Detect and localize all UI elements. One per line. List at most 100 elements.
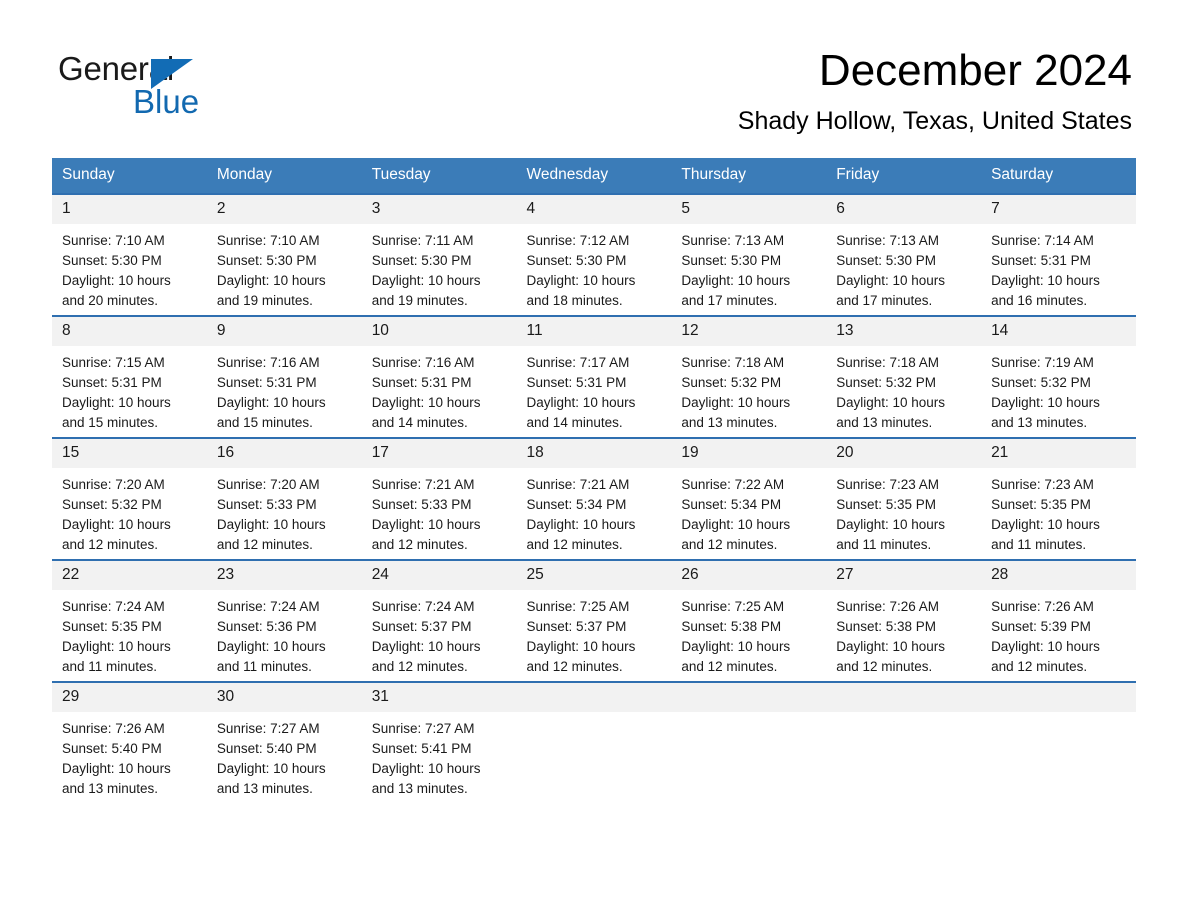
sunset-text: Sunset: 5:32 PM	[991, 375, 1091, 390]
day-cell[interactable]: 21 Sunrise: 7:23 AM Sunset: 5:35 PM Dayl…	[981, 437, 1136, 560]
day-number: 19	[671, 439, 827, 468]
day-cell[interactable]: 5 Sunrise: 7:13 AM Sunset: 5:30 PM Dayli…	[671, 193, 827, 316]
day-cell[interactable]: 3 Sunrise: 7:11 AM Sunset: 5:30 PM Dayli…	[361, 193, 517, 316]
day-cell-empty	[516, 681, 672, 803]
sunrise-text: Sunrise: 7:11 AM	[371, 233, 474, 248]
day-cell[interactable]: 13 Sunrise: 7:18 AM Sunset: 5:32 PM Dayl…	[826, 315, 982, 438]
day-cell[interactable]: 11 Sunrise: 7:17 AM Sunset: 5:31 PM Dayl…	[516, 315, 672, 438]
location-subtitle: Shady Hollow, Texas, United States	[737, 107, 1132, 136]
daylight-text-line1: Daylight: 10 hours	[681, 517, 791, 532]
day-cell[interactable]: 25 Sunrise: 7:25 AM Sunset: 5:37 PM Dayl…	[516, 559, 672, 682]
general-blue-logo[interactable]: General Blue	[58, 52, 258, 124]
day-number: 17	[361, 439, 517, 468]
day-cell[interactable]: 22 Sunrise: 7:24 AM Sunset: 5:35 PM Dayl…	[52, 559, 207, 682]
daylight-text-line1: Daylight: 10 hours	[681, 273, 791, 288]
calendar-header: Sunday Monday Tuesday Wednesday Thursday…	[52, 158, 1136, 194]
daylight-text-line1: Daylight: 10 hours	[836, 639, 946, 654]
day-number: 14	[981, 317, 1136, 346]
day-cell[interactable]: 30 Sunrise: 7:27 AM Sunset: 5:40 PM Dayl…	[206, 681, 362, 803]
day-cell[interactable]: 24 Sunrise: 7:24 AM Sunset: 5:37 PM Dayl…	[361, 559, 517, 682]
daylight-text-line2: and 12 minutes.	[371, 537, 468, 552]
sunset-text: Sunset: 5:35 PM	[836, 497, 937, 512]
day-details: Sunrise: 7:25 AM Sunset: 5:38 PM Dayligh…	[671, 590, 826, 677]
day-cell[interactable]: 17 Sunrise: 7:21 AM Sunset: 5:33 PM Dayl…	[361, 437, 517, 560]
day-cell[interactable]: 9 Sunrise: 7:16 AM Sunset: 5:31 PM Dayli…	[206, 315, 362, 438]
weekday-header-monday: Monday	[206, 158, 362, 194]
daylight-text-line2: and 18 minutes.	[526, 293, 623, 308]
sunset-text: Sunset: 5:32 PM	[62, 497, 162, 512]
sunrise-text: Sunrise: 7:21 AM	[526, 477, 630, 492]
day-cell[interactable]: 26 Sunrise: 7:25 AM Sunset: 5:38 PM Dayl…	[671, 559, 827, 682]
day-details: Sunrise: 7:21 AM Sunset: 5:34 PM Dayligh…	[517, 468, 672, 555]
daylight-text-line1: Daylight: 10 hours	[991, 395, 1100, 410]
sunrise-text: Sunrise: 7:27 AM	[371, 721, 475, 736]
day-cell[interactable]: 15 Sunrise: 7:20 AM Sunset: 5:32 PM Dayl…	[52, 437, 207, 560]
daylight-text-line2: and 12 minutes.	[991, 659, 1088, 674]
daylight-text-line2: and 13 minutes.	[836, 415, 933, 430]
day-cell[interactable]: 8 Sunrise: 7:15 AM Sunset: 5:31 PM Dayli…	[52, 315, 207, 438]
daylight-text-line1: Daylight: 10 hours	[62, 517, 171, 532]
sunrise-text: Sunrise: 7:23 AM	[991, 477, 1094, 492]
day-cell[interactable]: 1 Sunrise: 7:10 AM Sunset: 5:30 PM Dayli…	[52, 193, 207, 316]
daylight-text-line1: Daylight: 10 hours	[216, 517, 326, 532]
day-cell[interactable]: 19 Sunrise: 7:22 AM Sunset: 5:34 PM Dayl…	[671, 437, 827, 560]
day-number: 15	[52, 439, 207, 468]
day-cell[interactable]: 4 Sunrise: 7:12 AM Sunset: 5:30 PM Dayli…	[516, 193, 672, 316]
day-number: 28	[981, 561, 1136, 590]
sunrise-text: Sunrise: 7:27 AM	[216, 721, 320, 736]
day-cell[interactable]: 31 Sunrise: 7:27 AM Sunset: 5:41 PM Dayl…	[361, 681, 517, 803]
day-number: 20	[826, 439, 982, 468]
day-details: Sunrise: 7:16 AM Sunset: 5:31 PM Dayligh…	[207, 346, 362, 433]
daylight-text-line2: and 12 minutes.	[216, 537, 313, 552]
day-details: Sunrise: 7:26 AM Sunset: 5:38 PM Dayligh…	[826, 590, 981, 677]
day-cell[interactable]: 12 Sunrise: 7:18 AM Sunset: 5:32 PM Dayl…	[671, 315, 827, 438]
daylight-text-line1: Daylight: 10 hours	[62, 395, 171, 410]
day-cell[interactable]: 16 Sunrise: 7:20 AM Sunset: 5:33 PM Dayl…	[206, 437, 362, 560]
day-details: Sunrise: 7:23 AM Sunset: 5:35 PM Dayligh…	[981, 468, 1136, 555]
day-cell[interactable]: 23 Sunrise: 7:24 AM Sunset: 5:36 PM Dayl…	[206, 559, 362, 682]
daylight-text-line2: and 17 minutes.	[836, 293, 933, 308]
day-details: Sunrise: 7:18 AM Sunset: 5:32 PM Dayligh…	[671, 346, 826, 433]
daylight-text-line1: Daylight: 10 hours	[836, 395, 946, 410]
day-details: Sunrise: 7:15 AM Sunset: 5:31 PM Dayligh…	[52, 346, 207, 433]
daylight-text-line1: Daylight: 10 hours	[371, 761, 481, 776]
day-cell[interactable]: 27 Sunrise: 7:26 AM Sunset: 5:38 PM Dayl…	[826, 559, 982, 682]
weekday-header-friday: Friday	[826, 158, 982, 194]
day-cell[interactable]: 6 Sunrise: 7:13 AM Sunset: 5:30 PM Dayli…	[826, 193, 982, 316]
day-cell[interactable]: 29 Sunrise: 7:26 AM Sunset: 5:40 PM Dayl…	[52, 681, 207, 803]
sunset-text: Sunset: 5:41 PM	[371, 741, 472, 756]
day-cell[interactable]: 7 Sunrise: 7:14 AM Sunset: 5:31 PM Dayli…	[981, 193, 1136, 316]
day-details	[981, 712, 1136, 719]
day-cell[interactable]: 20 Sunrise: 7:23 AM Sunset: 5:35 PM Dayl…	[826, 437, 982, 560]
week-row: 29 Sunrise: 7:26 AM Sunset: 5:40 PM Dayl…	[52, 681, 1136, 803]
day-number: 16	[206, 439, 362, 468]
day-details: Sunrise: 7:14 AM Sunset: 5:31 PM Dayligh…	[981, 224, 1136, 311]
sunset-text: Sunset: 5:35 PM	[991, 497, 1091, 512]
day-details: Sunrise: 7:26 AM Sunset: 5:39 PM Dayligh…	[981, 590, 1136, 677]
daylight-text-line1: Daylight: 10 hours	[526, 639, 636, 654]
daylight-text-line2: and 20 minutes.	[62, 293, 159, 308]
day-cell[interactable]: 18 Sunrise: 7:21 AM Sunset: 5:34 PM Dayl…	[516, 437, 672, 560]
sunrise-text: Sunrise: 7:18 AM	[681, 355, 785, 370]
day-number: 6	[826, 195, 982, 224]
day-cell[interactable]: 2 Sunrise: 7:10 AM Sunset: 5:30 PM Dayli…	[206, 193, 362, 316]
sunrise-text: Sunrise: 7:16 AM	[371, 355, 475, 370]
sunrise-text: Sunrise: 7:22 AM	[681, 477, 785, 492]
day-number: 30	[206, 683, 362, 712]
sunset-text: Sunset: 5:31 PM	[371, 375, 472, 390]
sunset-text: Sunset: 5:31 PM	[991, 253, 1091, 268]
daylight-text-line2: and 15 minutes.	[62, 415, 159, 430]
day-cell[interactable]: 28 Sunrise: 7:26 AM Sunset: 5:39 PM Dayl…	[981, 559, 1136, 682]
daylight-text-line2: and 13 minutes.	[371, 781, 468, 796]
daylight-text-line1: Daylight: 10 hours	[216, 273, 326, 288]
daylight-text-line1: Daylight: 10 hours	[371, 517, 481, 532]
day-cell[interactable]: 10 Sunrise: 7:16 AM Sunset: 5:31 PM Dayl…	[361, 315, 517, 438]
day-details: Sunrise: 7:24 AM Sunset: 5:36 PM Dayligh…	[207, 590, 362, 677]
weekday-header-wednesday: Wednesday	[516, 158, 672, 194]
daylight-text-line1: Daylight: 10 hours	[371, 639, 481, 654]
daylight-text-line2: and 11 minutes.	[62, 659, 158, 674]
day-cell[interactable]: 14 Sunrise: 7:19 AM Sunset: 5:32 PM Dayl…	[981, 315, 1136, 438]
sunset-text: Sunset: 5:30 PM	[371, 253, 472, 268]
sunset-text: Sunset: 5:37 PM	[371, 619, 472, 634]
sunset-text: Sunset: 5:32 PM	[836, 375, 937, 390]
